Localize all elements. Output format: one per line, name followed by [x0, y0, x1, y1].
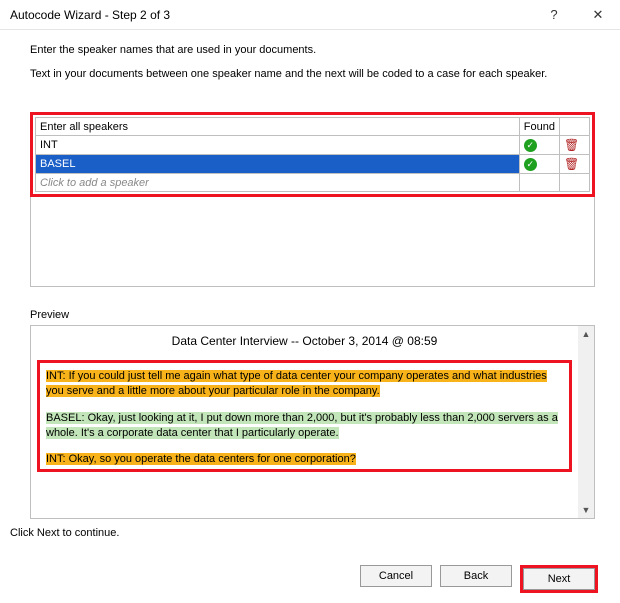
col-name: Enter all speakers — [36, 118, 520, 136]
scroll-down-icon[interactable]: ▼ — [578, 502, 594, 518]
trash-icon: 🗑 — [564, 157, 579, 171]
preview-para-int2: INT: Okay, so you operate the data cente… — [46, 452, 563, 467]
speakers-table: Enter all speakers Found INT ✓ 🗑 BASEL ✓… — [35, 117, 590, 192]
add-speaker-input[interactable]: Click to add a speaker — [36, 174, 520, 192]
back-button[interactable]: Back — [440, 565, 512, 587]
delete-speaker[interactable]: 🗑 — [560, 155, 590, 174]
preview-para-int: INT: If you could just tell me again wha… — [46, 369, 563, 399]
help-button[interactable]: ? — [532, 0, 576, 30]
preview-panel: Data Center Interview -- October 3, 2014… — [30, 325, 595, 519]
speaker-found: ✓ — [519, 136, 559, 155]
close-button[interactable]: ✕ — [576, 0, 620, 30]
window-title: Autocode Wizard - Step 2 of 3 — [10, 8, 532, 22]
titlebar: Autocode Wizard - Step 2 of 3 ? ✕ — [0, 0, 620, 30]
speakers-panel: Enter all speakers Found INT ✓ 🗑 BASEL ✓… — [30, 112, 595, 197]
col-found: Found — [519, 118, 559, 136]
dialog-buttons: Cancel Back Next — [360, 565, 598, 593]
speaker-row[interactable]: BASEL ✓ 🗑 — [36, 155, 590, 174]
footer-note: Click Next to continue. — [10, 527, 620, 539]
speaker-row[interactable]: INT ✓ 🗑 — [36, 136, 590, 155]
preview-label: Preview — [30, 309, 595, 321]
check-icon: ✓ — [524, 158, 537, 171]
add-speaker-row[interactable]: Click to add a speaker — [36, 174, 590, 192]
next-button[interactable]: Next — [523, 568, 595, 590]
scroll-up-icon[interactable]: ▲ — [578, 326, 594, 342]
preview-scrollbar[interactable]: ▲ ▼ — [578, 326, 594, 518]
speakers-header: Enter all speakers Found — [36, 118, 590, 136]
speaker-name[interactable]: BASEL — [36, 155, 520, 174]
trash-icon: 🗑 — [564, 138, 579, 152]
instruction-2: Text in your documents between one speak… — [30, 68, 595, 80]
cancel-button[interactable]: Cancel — [360, 565, 432, 587]
col-delete — [560, 118, 590, 136]
next-highlight: Next — [520, 565, 598, 593]
check-icon: ✓ — [524, 139, 537, 152]
preview-title: Data Center Interview -- October 3, 2014… — [37, 334, 572, 348]
instruction-1: Enter the speaker names that are used in… — [30, 44, 595, 56]
delete-speaker[interactable]: 🗑 — [560, 136, 590, 155]
preview-para-basel: BASEL: Okay, just looking at it, I put d… — [46, 411, 563, 441]
preview-highlight: INT: If you could just tell me again wha… — [37, 360, 572, 472]
speaker-found: ✓ — [519, 155, 559, 174]
speakers-empty-area — [30, 197, 595, 287]
speaker-name[interactable]: INT — [36, 136, 520, 155]
